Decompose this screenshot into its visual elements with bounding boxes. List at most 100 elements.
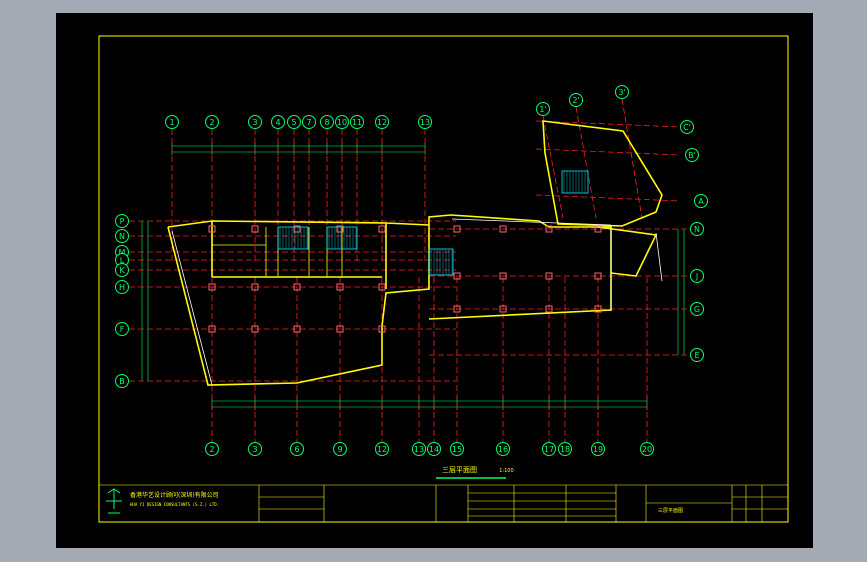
wall (597, 226, 658, 277)
grid-bubble-label: 11 (352, 118, 362, 127)
grid-bubble-left: P (115, 214, 129, 228)
floor-plan-drawing: 1 2 3 4 5 7 8 10 11 12 132 3 6 9 12 13 14 15 16 17 18 19 20PNM… (98, 35, 789, 523)
grid-bubble-label: B (119, 377, 125, 386)
sheet-title: 三层平面图 (658, 508, 684, 514)
grid-bubble-top: 7 (302, 115, 316, 129)
grid-bubble-wing: 3' (615, 85, 629, 99)
grid-bubble-bottom: 9 (333, 442, 347, 456)
grid-bubble-bottom: 20 (640, 442, 654, 456)
grid-bubble-bottom: 19 (591, 442, 605, 456)
wall (167, 214, 612, 386)
grid-bubble-label: 18 (560, 445, 570, 454)
grid-bubble-label: 10 (337, 118, 347, 127)
grid-line (542, 115, 564, 219)
grid-bubble-left: F (115, 322, 129, 336)
grid-bubble-label: N (694, 225, 700, 234)
company-name-en: HUA YI DESIGN CONSULTANTS (S.Z.) LTD. (130, 502, 220, 507)
drawing-scale: 1:100 (499, 468, 514, 474)
grid-bubble-right: B' (685, 148, 699, 162)
window-line (171, 230, 213, 386)
grid-bubble-top: 3 (248, 115, 262, 129)
stair (277, 226, 309, 250)
stair-outline (561, 170, 589, 194)
grid-bubble-top: 11 (350, 115, 364, 129)
grid-bubble-label: 1 (169, 118, 174, 127)
window-line (655, 232, 663, 282)
drawing-title: 三层平面图 (442, 466, 477, 474)
grid-bubble-label: 17 (544, 445, 554, 454)
grid-bubble-label: 1' (539, 105, 546, 114)
grid-lines (129, 98, 690, 442)
grid-bubble-label: 3 (252, 445, 257, 454)
grid-bubble-label: E (694, 351, 699, 360)
grid-bubble-top: 4 (271, 115, 285, 129)
grid-bubble-label: G (694, 305, 700, 314)
grid-bubble-bottom: 15 (450, 442, 464, 456)
grid-bubble-label: J (695, 272, 698, 281)
grid-bubble-top: 12 (375, 115, 389, 129)
stair-outline (428, 248, 454, 276)
grid-bubbles: 1 2 3 4 5 7 8 10 11 12 132 3 6 9 12 13 14 15 16 17 18 19 20PNM… (115, 85, 708, 456)
grid-bubble-bottom: 6 (290, 442, 304, 456)
grid-bubble-left: N (115, 229, 129, 243)
grid-bubble-label: 16 (498, 445, 508, 454)
stair (561, 170, 589, 194)
grid-bubble-label: 3' (618, 88, 625, 97)
grid-bubble-bottom: 2 (205, 442, 219, 456)
grid-bubble-label: C' (683, 123, 691, 132)
grid-bubble-label: 2 (209, 445, 214, 454)
grid-bubble-right: C' (680, 120, 694, 134)
grid-bubble-right: N (690, 222, 704, 236)
grid-bubble-label: 3 (252, 118, 257, 127)
grid-bubble-bottom: 3 (248, 442, 262, 456)
grid-bubble-label: 6 (294, 445, 299, 454)
wall (542, 120, 663, 227)
grid-bubble-label: 8 (324, 118, 329, 127)
grid-bubble-label: 20 (642, 445, 652, 454)
grid-bubble-right: G (690, 302, 704, 316)
grid-bubble-bottom: 18 (558, 442, 572, 456)
grid-bubble-label: 12 (377, 118, 387, 127)
grid-bubble-right: J (690, 269, 704, 283)
grid-bubble-bottom: 17 (542, 442, 556, 456)
grid-bubble-top: 1 (165, 115, 179, 129)
grid-bubble-top: 5 (287, 115, 301, 129)
grid-bubble-label: F (120, 325, 125, 334)
grid-bubble-top: 2 (205, 115, 219, 129)
grid-bubble-left: H (115, 280, 129, 294)
grid-bubble-label: N (119, 232, 125, 241)
grid-bubble-label: 9 (337, 445, 342, 454)
grid-bubble-label: 13 (420, 118, 430, 127)
columns (208, 225, 602, 333)
walls (167, 120, 663, 386)
grid-line (535, 194, 681, 202)
grid-bubble-label: 12 (377, 445, 387, 454)
stair-outline (277, 226, 309, 250)
grid-bubble-right: E (690, 348, 704, 362)
grid-bubble-left: K (115, 263, 129, 277)
grid-bubble-label: B' (688, 151, 696, 160)
cad-viewport[interactable]: 1 2 3 4 5 7 8 10 11 12 13 2 3 6 9 12 13 14 15 16 17 18 19 20 P N M… (56, 13, 813, 548)
grid-bubble-label: 7 (306, 118, 311, 127)
grid-bubble-bottom: 16 (496, 442, 510, 456)
grid-bubble-top: 13 (418, 115, 432, 129)
drawing-frame (98, 35, 789, 523)
grid-bubble-wing: 1' (536, 102, 550, 116)
grid-bubble-top: 10 (335, 115, 349, 129)
grid-bubble-wing: 2' (569, 93, 583, 107)
company-name-cn: 香港华艺设计顾问(深圳)有限公司 (130, 492, 219, 499)
grid-bubble-top: 8 (320, 115, 334, 129)
company-logo (106, 488, 122, 514)
grid-bubble-label: 14 (429, 445, 439, 454)
grid-bubble-bottom: 12 (375, 442, 389, 456)
grid-bubble-label: H (119, 283, 125, 292)
grid-bubble-label: 15 (452, 445, 462, 454)
drawing-title-caption: 三层平面图 1:100 (442, 465, 514, 475)
grid-bubble-label: 2' (572, 96, 579, 105)
grid-bubble-label: 13 (414, 445, 424, 454)
grid-line (535, 120, 681, 128)
grid-bubble-label: K (119, 266, 125, 275)
grid-bubble-bottom: 14 (427, 442, 441, 456)
grid-bubble-label: 4 (275, 118, 280, 127)
grid-bubble-right: A (694, 194, 708, 208)
